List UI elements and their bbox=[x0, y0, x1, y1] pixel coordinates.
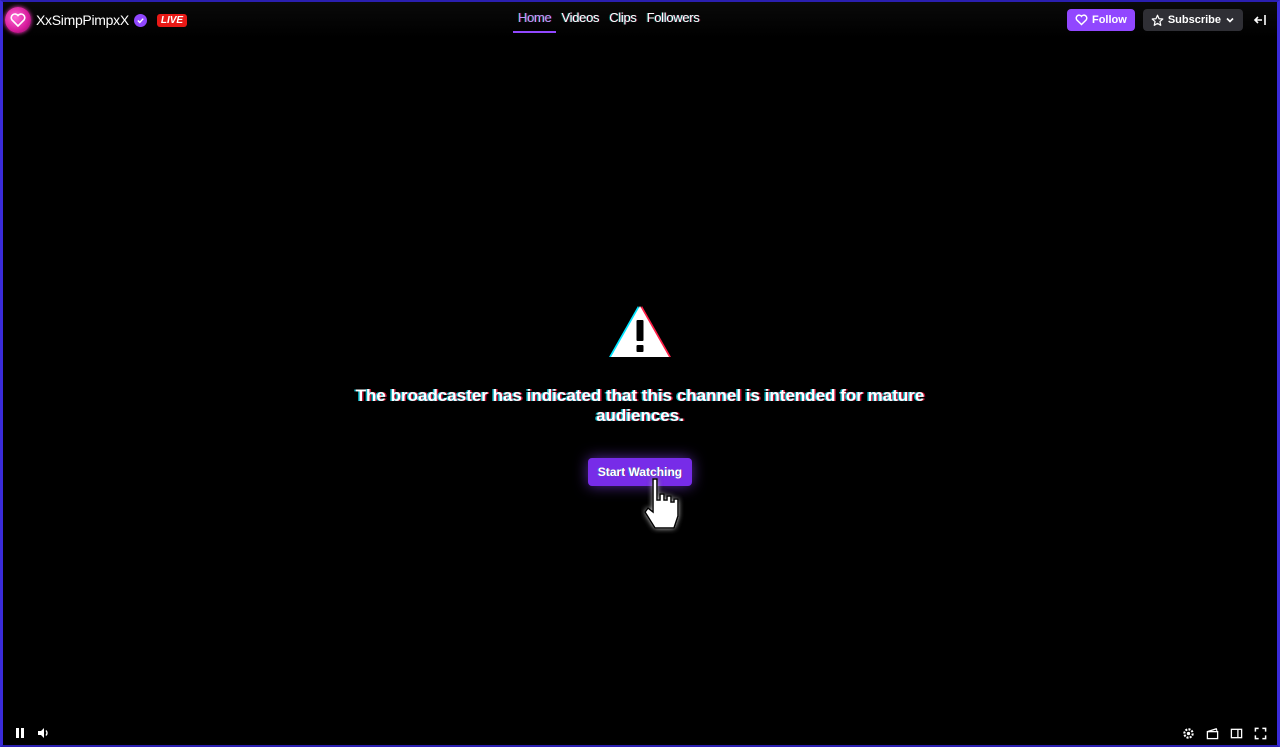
player-frame: XxSimpPimpxX LIVE Home Videos Clips Foll… bbox=[0, 0, 1280, 747]
subscribe-button[interactable]: Subscribe bbox=[1142, 9, 1243, 31]
theatre-mode-icon[interactable] bbox=[1229, 726, 1243, 740]
player-controls-right bbox=[1181, 726, 1267, 740]
tab-clips[interactable]: Clips bbox=[604, 8, 641, 33]
verified-badge-icon bbox=[133, 13, 147, 27]
player-controls-left bbox=[13, 726, 51, 740]
channel-info: XxSimpPimpxX LIVE bbox=[5, 7, 188, 33]
hand-pointer-cursor-icon bbox=[644, 478, 679, 529]
follow-label: Follow bbox=[1091, 14, 1127, 26]
channel-header: XxSimpPimpxX LIVE Home Videos Clips Foll… bbox=[3, 2, 1277, 38]
live-badge: LIVE bbox=[156, 13, 188, 27]
star-outline-icon bbox=[1151, 14, 1164, 26]
collapse-arrow-icon[interactable] bbox=[1251, 9, 1269, 31]
gear-icon[interactable] bbox=[1181, 726, 1195, 740]
tab-videos[interactable]: Videos bbox=[556, 8, 604, 33]
follow-button[interactable]: Follow bbox=[1066, 9, 1135, 31]
heart-avatar-icon[interactable] bbox=[5, 7, 31, 33]
subscribe-label: Subscribe bbox=[1167, 14, 1221, 26]
chevron-down-icon[interactable] bbox=[1225, 15, 1235, 25]
tab-home[interactable]: Home bbox=[513, 8, 557, 33]
pause-icon[interactable] bbox=[13, 726, 27, 740]
channel-nav: Home Videos Clips Followers bbox=[513, 8, 705, 33]
mature-warning-message: The broadcaster has indicated that this … bbox=[355, 386, 925, 425]
tab-followers[interactable]: Followers bbox=[642, 8, 705, 33]
mature-content-gate: The broadcaster has indicated that this … bbox=[343, 302, 937, 486]
fullscreen-icon[interactable] bbox=[1253, 726, 1267, 740]
warning-triangle-icon bbox=[609, 306, 671, 357]
heart-outline-icon bbox=[1075, 14, 1088, 26]
header-actions: Follow Subscribe bbox=[1066, 9, 1269, 31]
clapperboard-icon[interactable] bbox=[1205, 726, 1219, 740]
volume-icon[interactable] bbox=[37, 726, 51, 740]
channel-name[interactable]: XxSimpPimpxX bbox=[36, 12, 129, 28]
